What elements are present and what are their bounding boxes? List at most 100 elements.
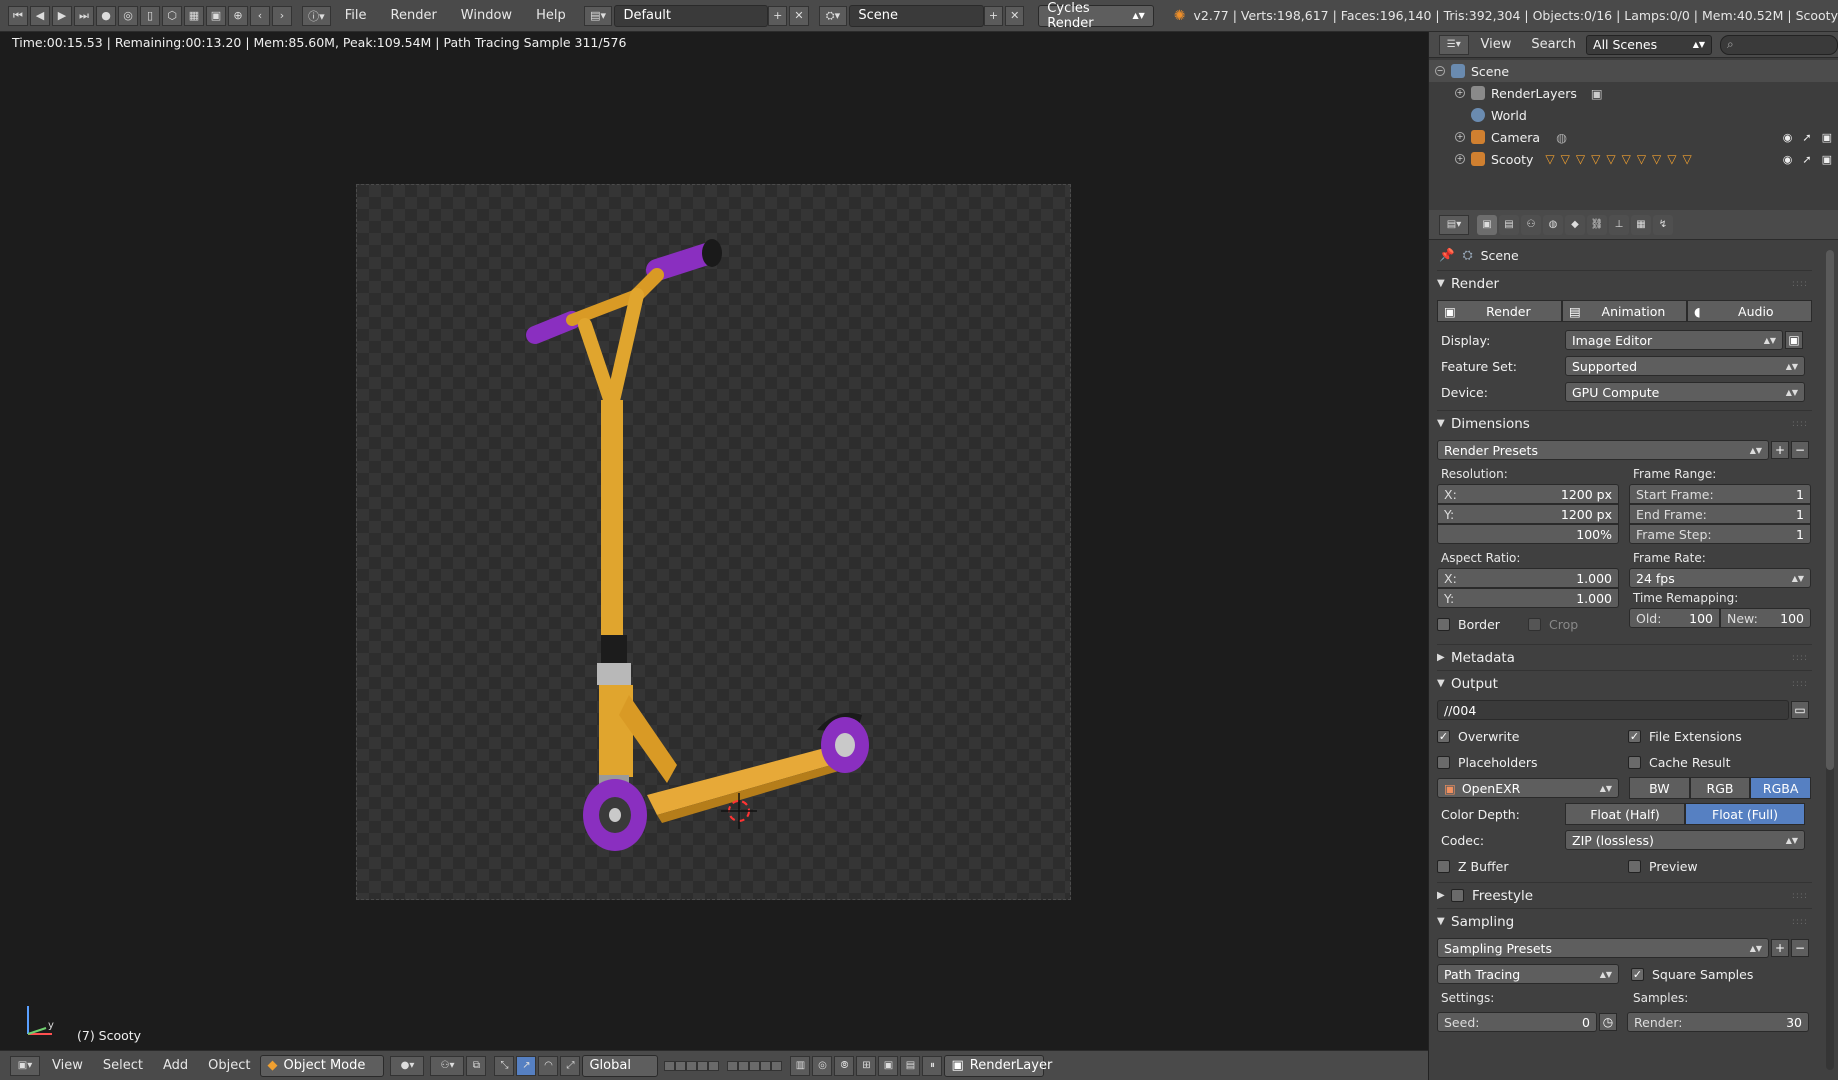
remove-preset-icon[interactable]: − — [1791, 441, 1809, 459]
add-circle-icon[interactable]: ⊕ — [228, 5, 248, 26]
remap-old-field[interactable]: Old: 100 — [1629, 608, 1720, 628]
placeholders-checkbox[interactable] — [1437, 755, 1450, 769]
frame-step-field[interactable]: Frame Step: 1 — [1629, 524, 1811, 544]
scene-tab-icon[interactable]: ⚇ — [1521, 214, 1541, 235]
expand-icon[interactable]: + — [1455, 132, 1465, 142]
panel-dimensions-header[interactable]: ▼ Dimensions :::: — [1437, 410, 1812, 436]
outliner-item-scene[interactable]: − Scene — [1429, 60, 1838, 82]
scale-icon[interactable]: ⤢ — [560, 1055, 581, 1076]
object-tab-icon[interactable]: ◆ — [1565, 214, 1585, 235]
render-button[interactable]: ▣ Render — [1437, 300, 1562, 322]
lock-layers-icon[interactable]: ▥ — [790, 1055, 811, 1076]
renderability-camera-icon[interactable]: ▣ — [1822, 153, 1832, 166]
drag-grip-icon[interactable]: :::: — [1792, 653, 1808, 663]
menu-file[interactable]: File — [333, 8, 379, 23]
opengl-anim-icon[interactable]: ▤ — [900, 1055, 921, 1076]
snap-icon[interactable]: ◎ — [812, 1055, 833, 1076]
outliner-item-world[interactable]: World — [1429, 104, 1838, 126]
layer-buttons-a[interactable] — [664, 1060, 720, 1071]
outliner-menu-search[interactable]: Search — [1521, 37, 1586, 52]
shield-icon[interactable]: ⬡ — [162, 5, 182, 26]
constraints-tab-icon[interactable]: ⛓ — [1587, 214, 1607, 235]
crop-checkbox[interactable] — [1528, 617, 1541, 631]
menu-object[interactable]: Object — [198, 1058, 260, 1073]
file-format-dropdown[interactable]: ▣ OpenEXR ▲▼ — [1437, 778, 1619, 798]
menu-window[interactable]: Window — [449, 8, 524, 23]
panel-sampling-header[interactable]: ▼ Sampling :::: — [1437, 908, 1812, 934]
depth-half-button[interactable]: Float (Half) — [1565, 803, 1685, 825]
animation-button[interactable]: ▤ Animation — [1562, 300, 1687, 322]
render-engine-dropdown[interactable]: Cycles Render ▲▼ — [1038, 1, 1154, 31]
folder-icon[interactable]: ▭ — [1791, 701, 1809, 719]
menu-select[interactable]: Select — [93, 1058, 153, 1073]
render-presets-dropdown[interactable]: Render Presets ▲▼ — [1437, 440, 1769, 460]
render-layer-dropdown[interactable]: ▣ RenderLayer — [944, 1054, 1052, 1077]
snap-target-icon[interactable]: ⊞ — [856, 1055, 877, 1076]
mode-dropdown[interactable]: ◆ Object Mode — [260, 1054, 385, 1077]
expand-icon[interactable]: + — [1455, 88, 1465, 98]
arrow-left-icon[interactable]: ‹ — [250, 5, 270, 26]
expand-icon[interactable]: + — [1455, 154, 1465, 164]
properties-scrollbar[interactable] — [1826, 250, 1834, 1070]
overwrite-checkbox[interactable]: ✓ — [1437, 729, 1450, 743]
remap-new-field[interactable]: New: 100 — [1720, 608, 1811, 628]
device-dropdown[interactable]: GPU Compute ▲▼ — [1565, 382, 1805, 402]
cache-result-checkbox[interactable] — [1628, 755, 1641, 769]
panel-render-header[interactable]: ▼ Render :::: — [1437, 270, 1812, 296]
feature-set-dropdown[interactable]: Supported ▲▼ — [1565, 356, 1805, 376]
menu-help[interactable]: Help — [524, 8, 578, 23]
integrator-dropdown[interactable]: Path Tracing ▲▼ — [1437, 964, 1619, 984]
selectability-cursor-icon[interactable]: ➚ — [1802, 153, 1811, 166]
shading-icon[interactable]: ●▾ — [390, 1055, 425, 1076]
add-preset-icon[interactable]: + — [1771, 441, 1789, 459]
outliner-item-camera[interactable]: + Camera ◍ ◉ ➚ ▣ — [1429, 126, 1838, 148]
aspect-y-field[interactable]: Y: 1.000 — [1437, 588, 1619, 608]
outliner-item-scooty[interactable]: + Scooty ▽ ▽ ▽ ▽ ▽ ▽ ▽ ▽ ▽ ▽ ◉ ➚ ▣ — [1429, 148, 1838, 170]
pin-icon[interactable]: 📌 — [1439, 247, 1455, 263]
seed-field[interactable]: Seed: 0 — [1437, 1012, 1597, 1032]
resolution-percent-field[interactable]: 100% — [1437, 524, 1619, 544]
panel-metadata-header[interactable]: ▶ Metadata :::: — [1437, 644, 1812, 670]
add-sampling-preset-icon[interactable]: + — [1771, 939, 1789, 957]
screen-layout-icon[interactable]: ▤▾ — [583, 5, 613, 26]
codec-dropdown[interactable]: ZIP (lossless) ▲▼ — [1565, 830, 1805, 850]
remove-scene-icon[interactable]: ✕ — [1005, 5, 1025, 26]
arrow-right-icon[interactable]: › — [272, 5, 292, 26]
remove-sampling-preset-icon[interactable]: − — [1791, 939, 1809, 957]
render-layers-tab-icon[interactable]: ▤ — [1499, 214, 1519, 235]
zbuffer-checkbox[interactable] — [1437, 859, 1450, 873]
display-dropdown[interactable]: Image Editor ▲▼ — [1565, 330, 1783, 350]
outliner-search-input[interactable]: ⌕ — [1720, 34, 1838, 55]
outliner-type-icon[interactable]: ☰▾ — [1439, 34, 1469, 55]
jump-end-icon[interactable]: ⏭ — [74, 5, 94, 26]
opengl-render-icon[interactable]: ▣ — [878, 1055, 899, 1076]
outliner-menu-view[interactable]: View — [1471, 37, 1522, 52]
render-samples-field[interactable]: Render: 30 — [1627, 1012, 1809, 1032]
lock-interface-icon[interactable]: ▣ — [1785, 331, 1803, 349]
play-icon[interactable]: ▶ — [52, 5, 72, 26]
drag-grip-icon[interactable]: :::: — [1792, 679, 1808, 689]
color-mode-bw[interactable]: BW — [1629, 777, 1690, 799]
translate-icon[interactable]: ↗ — [516, 1055, 537, 1076]
collapse-icon[interactable]: − — [1435, 66, 1445, 76]
layer-buttons-b[interactable] — [727, 1060, 783, 1071]
sphere-icon[interactable]: ◎ — [118, 5, 138, 26]
pivot-icon[interactable]: ⚇▾ — [430, 1055, 465, 1076]
texture-tab-icon[interactable]: ▦ — [1631, 214, 1651, 235]
sampling-presets-dropdown[interactable]: Sampling Presets ▲▼ — [1437, 938, 1769, 958]
screen-layout-field[interactable]: Default — [614, 4, 769, 27]
checker-icon[interactable]: ▦ — [184, 5, 204, 26]
square-samples-checkbox[interactable]: ✓ — [1631, 967, 1644, 981]
color-mode-rgb[interactable]: RGB — [1689, 777, 1751, 799]
new-file-icon[interactable]: ▯ — [140, 5, 160, 26]
rotate-icon[interactable]: ◠ — [538, 1055, 559, 1076]
jump-start-icon[interactable]: ⏮ — [8, 5, 28, 26]
outliner-item-renderlayers[interactable]: + RenderLayers ▣ — [1429, 82, 1838, 104]
render-tab-icon[interactable]: ▣ — [1477, 214, 1497, 235]
file-extensions-checkbox[interactable]: ✓ — [1628, 729, 1641, 743]
play-reverse-icon[interactable]: ◀ — [30, 5, 50, 26]
physics-tab-icon[interactable]: ↯ — [1653, 214, 1673, 235]
3d-viewport[interactable]: Time:00:15.53 | Remaining:00:13.20 | Mem… — [0, 32, 1428, 1050]
menu-render[interactable]: Render — [379, 8, 449, 23]
frame-rate-dropdown[interactable]: 24 fps ▲▼ — [1629, 568, 1811, 588]
